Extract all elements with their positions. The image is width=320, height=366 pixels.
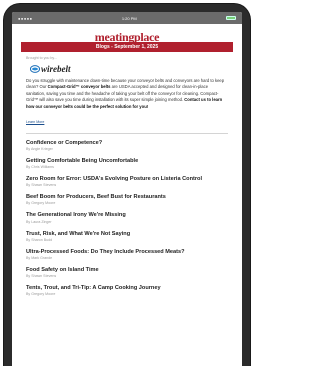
article-author: By Angie Krieger xyxy=(26,147,53,152)
sponsor-name: wirebelt xyxy=(41,64,71,74)
article-item[interactable]: Ultra-Processed Foods: Do They Include P… xyxy=(26,249,228,260)
newsletter-banner: Blogs - September 1, 2025 xyxy=(21,42,233,52)
article-author: By Laura Zinger xyxy=(26,219,52,224)
article-title[interactable]: Confidence or Competence? xyxy=(26,140,228,147)
article-author: By Shawn Stevens xyxy=(26,273,57,278)
status-bar: ●●●●● 1:20 PM xyxy=(12,12,242,24)
article-author: By Gregory Moore xyxy=(26,201,56,206)
article-item[interactable]: The Generational Irony We're Missing By … xyxy=(26,212,228,223)
article-title[interactable]: Trust, Risk, and What We're Not Saying xyxy=(26,231,228,238)
signal-indicator: ●●●●● xyxy=(18,15,33,21)
wirebelt-logo-icon xyxy=(30,65,40,73)
header: meatingplace xyxy=(12,24,242,44)
article-item[interactable]: Confidence or Competence? By Angie Krieg… xyxy=(26,140,228,151)
sponsor-logo[interactable]: wirebelt xyxy=(30,64,228,74)
sponsor-caption: Brought to you by... xyxy=(26,56,57,60)
article-item[interactable]: Tents, Trout, and Tri-Tip: A Camp Cookin… xyxy=(26,285,228,296)
article-author: By Gregory Moore xyxy=(26,291,56,296)
article-author: By Mark Grande xyxy=(26,255,53,260)
article-author: By Chris Williams xyxy=(26,165,54,170)
tablet-frame: ●●●●● 1:20 PM meatingplace Blogs - Septe… xyxy=(4,4,250,366)
article-author: By Shawn Stevens xyxy=(26,183,57,188)
battery-icon xyxy=(226,16,236,20)
article-item[interactable]: Zero Room for Error: USDA's Evolving Pos… xyxy=(26,176,228,187)
article-title[interactable]: Getting Comfortable Being Uncomfortable xyxy=(26,158,228,165)
status-time: 1:20 PM xyxy=(121,15,137,21)
article-item[interactable]: Trust, Risk, and What We're Not Saying B… xyxy=(26,231,228,242)
sponsor-promo-text: Do you struggle with maintenance down-ti… xyxy=(26,78,225,109)
article-author: By Sharon Budd xyxy=(26,237,53,242)
article-item[interactable]: Beef Boom for Producers, Beef Bust for R… xyxy=(26,194,228,205)
article-title[interactable]: Tents, Trout, and Tri-Tip: A Camp Cookin… xyxy=(26,285,228,292)
article-list: Confidence or Competence? By Angie Krieg… xyxy=(26,140,228,296)
learn-more-link[interactable]: Learn More xyxy=(26,120,44,124)
article-title[interactable]: Ultra-Processed Foods: Do They Include P… xyxy=(26,249,228,256)
article-title[interactable]: The Generational Irony We're Missing xyxy=(26,212,228,219)
article-item[interactable]: Getting Comfortable Being Uncomfortable … xyxy=(26,158,228,169)
tablet-screen: ●●●●● 1:20 PM meatingplace Blogs - Septe… xyxy=(12,12,242,366)
article-title[interactable]: Food Safety on Island Time xyxy=(26,267,228,274)
divider xyxy=(26,133,228,135)
article-title[interactable]: Beef Boom for Producers, Beef Bust for R… xyxy=(26,194,228,201)
newsletter-content: Brought to you by... wirebelt Do you str… xyxy=(12,52,242,296)
article-item[interactable]: Food Safety on Island Time By Shawn Stev… xyxy=(26,267,228,278)
article-title[interactable]: Zero Room for Error: USDA's Evolving Pos… xyxy=(26,176,228,183)
